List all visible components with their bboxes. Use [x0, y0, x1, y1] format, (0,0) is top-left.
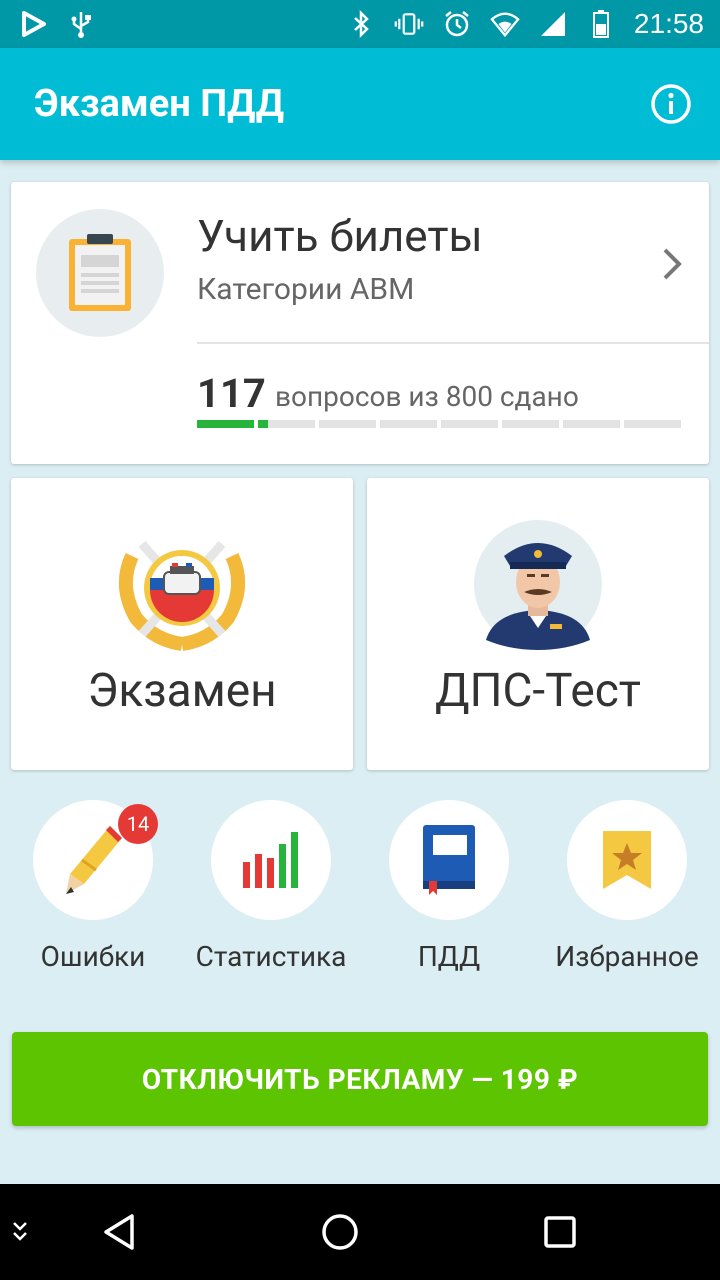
shortcut-statistics[interactable]: Статистика [186, 800, 356, 990]
police-emblem-icon [114, 516, 250, 652]
passed-text: вопросов из 800 сдано [275, 380, 579, 413]
remove-ads-button[interactable]: ОТКЛЮЧИТЬ РЕКЛАМУ — 199 ₽ [12, 1032, 708, 1126]
progress-segment-fill [258, 420, 268, 428]
dps-test-label: ДПС-Тест [435, 664, 641, 718]
progress-segment [258, 420, 315, 428]
wifi-icon [490, 9, 520, 39]
exam-card[interactable]: Экзамен [11, 478, 353, 770]
bar-chart-icon [211, 800, 331, 920]
recents-icon[interactable] [530, 1202, 590, 1262]
progress-segment [380, 420, 437, 428]
usb-icon [66, 9, 96, 39]
exam-label: Экзамен [87, 664, 277, 718]
progress-segment [197, 420, 254, 428]
shortcuts-row: 14 Ошибки Статистика ПДД Избранное [0, 800, 720, 990]
chevron-right-icon [657, 244, 687, 284]
progress-segment-fill [197, 420, 254, 428]
play-store-icon [18, 9, 48, 39]
info-icon[interactable] [650, 83, 692, 125]
book-icon [389, 800, 509, 920]
progress-segment [502, 420, 559, 428]
passed-count: 117 [197, 370, 266, 417]
bookmark-star-icon [567, 800, 687, 920]
mistakes-badge: 14 [118, 804, 158, 844]
police-officer-icon [470, 516, 606, 652]
learn-title: Учить билеты [197, 210, 483, 262]
learn-subtitle: Категории ABM [197, 272, 415, 307]
alarm-icon [442, 9, 472, 39]
progress-segment [441, 420, 498, 428]
battery-icon [586, 9, 616, 39]
clipboard-icon [36, 209, 164, 337]
progress-segment [624, 420, 681, 428]
dps-test-card[interactable]: ДПС-Тест [367, 478, 709, 770]
home-icon[interactable] [310, 1202, 370, 1262]
progress-segment [563, 420, 620, 428]
app-title: Экзамен ПДД [34, 82, 285, 126]
progress-bar [197, 420, 681, 428]
vibrate-icon [394, 9, 424, 39]
divider [197, 342, 709, 344]
shortcut-favorites[interactable]: Избранное [542, 800, 712, 990]
clock: 21:58 [633, 8, 704, 39]
navigation-bar [0, 1184, 720, 1280]
shortcut-label: Избранное [555, 940, 699, 973]
shortcut-label: Ошибки [40, 940, 146, 973]
status-bar: 21:58 [0, 0, 720, 48]
shortcut-mistakes[interactable]: 14 Ошибки [8, 800, 178, 990]
signal-icon [538, 9, 568, 39]
shortcut-label: Статистика [195, 940, 347, 973]
progress-segment [319, 420, 376, 428]
back-icon[interactable] [90, 1202, 150, 1262]
bluetooth-icon [346, 9, 376, 39]
shortcut-label: ПДД [417, 940, 481, 973]
learn-tickets-card[interactable]: Учить билеты Категории ABM 117 вопросов … [11, 182, 709, 464]
app-bar: Экзамен ПДД [0, 48, 720, 160]
shortcut-rules[interactable]: ПДД [364, 800, 534, 990]
hide-navbar-icon[interactable] [0, 1202, 40, 1262]
